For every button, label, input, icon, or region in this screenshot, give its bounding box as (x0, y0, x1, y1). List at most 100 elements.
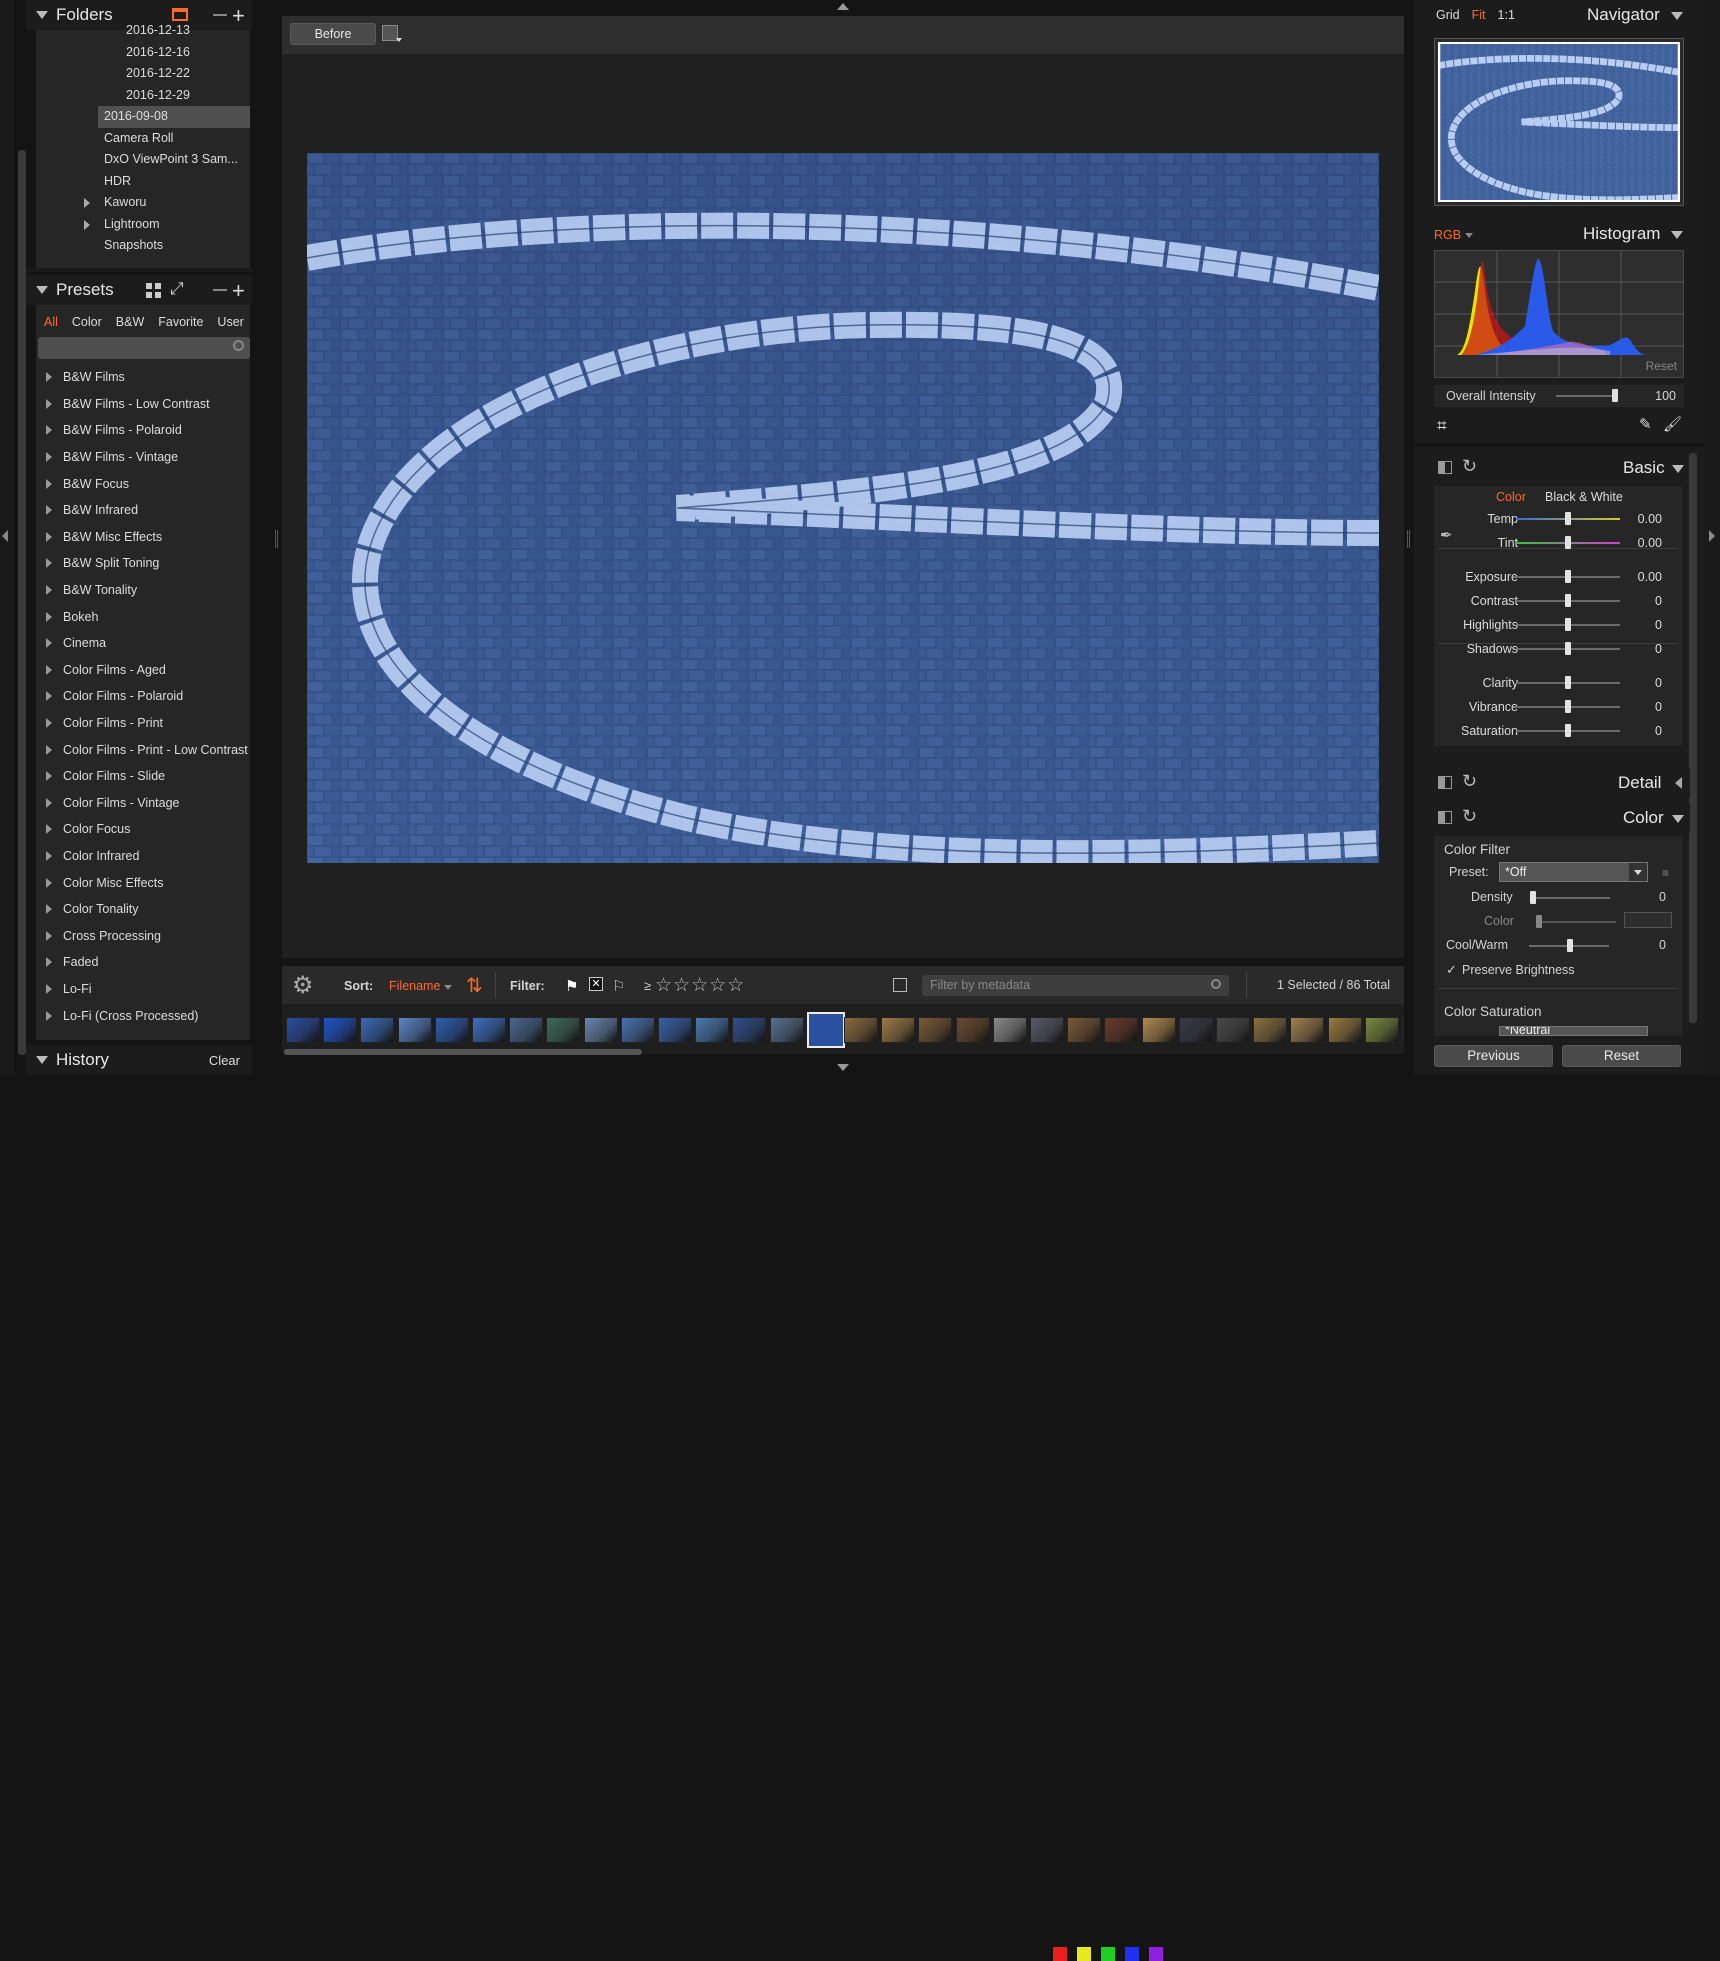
expand-arrow-icon[interactable] (46, 664, 52, 675)
filmstrip-thumbnail[interactable] (1216, 1017, 1250, 1043)
collapse-presets-icon[interactable] (36, 286, 48, 294)
before-after-toggle-icon[interactable] (1438, 811, 1452, 824)
color-label-filter[interactable] (1101, 1947, 1115, 1961)
expand-arrow-icon[interactable] (84, 198, 90, 208)
expand-arrow-icon[interactable] (46, 983, 52, 994)
collapse-right-icon[interactable] (1709, 530, 1715, 542)
preset-item[interactable]: Cross Processing (36, 922, 250, 949)
history-header[interactable]: History Clear (26, 1045, 252, 1075)
color-label-filter[interactable] (1077, 1947, 1091, 1961)
collapse-histogram-icon[interactable] (1671, 231, 1683, 239)
preset-item[interactable]: Color Films - Slide (36, 763, 250, 790)
expand-arrow-icon[interactable] (46, 771, 52, 782)
basic-slider[interactable] (1565, 570, 1571, 583)
filmstrip-thumbnail[interactable] (658, 1017, 692, 1043)
filmstrip-thumbnail[interactable] (1104, 1017, 1139, 1043)
minus-icon[interactable] (213, 14, 227, 16)
color-saturation-preset-select[interactable]: *Neutral (1499, 1026, 1648, 1036)
folder-item[interactable]: Camera Roll (36, 128, 250, 150)
right-resize-handle[interactable] (1407, 530, 1410, 548)
presets-scrollbar[interactable] (18, 265, 26, 1055)
preset-item[interactable]: B&W Misc Effects (36, 524, 250, 551)
unflagged-icon[interactable]: ⚐ (612, 977, 625, 995)
preset-item[interactable]: Color Infrared (36, 843, 250, 870)
reset-button[interactable]: Reset (1562, 1045, 1681, 1067)
panel-divider[interactable] (1414, 443, 1704, 447)
filter-color-track[interactable] (1536, 921, 1616, 923)
reset-icon[interactable]: ↻ (1462, 771, 1477, 792)
expand-arrow-icon[interactable] (46, 558, 52, 569)
tab-black-white[interactable]: Black & White (1545, 490, 1623, 504)
filmstrip-thumbnail[interactable] (806, 1012, 845, 1048)
folder-item[interactable]: DxO ViewPoint 3 Sam... (36, 149, 250, 171)
preset-item[interactable]: Lo-Fi (Cross Processed) (36, 1002, 250, 1029)
expand-arrow-icon[interactable] (46, 797, 52, 808)
preset-item[interactable]: B&W Focus (36, 470, 250, 497)
nav-mode-button[interactable]: 1:1 (1498, 8, 1515, 22)
basic-header[interactable]: ↻ Basic (1424, 453, 1690, 483)
preset-tab[interactable]: Favorite (158, 315, 203, 329)
expand-arrow-icon[interactable] (46, 824, 52, 835)
folder-item[interactable]: Kaworu (36, 192, 250, 214)
preset-item[interactable]: Faded (36, 949, 250, 976)
basic-slider[interactable] (1565, 724, 1571, 737)
color-filter-preset-select[interactable]: *Off (1499, 862, 1648, 882)
filmstrip-thumbnail[interactable] (1030, 1017, 1064, 1043)
preset-tab[interactable]: All (44, 315, 58, 329)
folder-item[interactable]: Snapshots (36, 235, 250, 257)
left-resize-handle[interactable] (275, 530, 278, 548)
filmstrip-thumbnail[interactable] (695, 1017, 730, 1043)
preset-item[interactable]: Bokeh (36, 603, 250, 630)
expand-arrow-icon[interactable] (46, 1010, 52, 1021)
before-button[interactable]: Before (290, 23, 376, 45)
rating-stars[interactable]: ☆☆☆☆☆ (655, 974, 745, 997)
expand-arrow-icon[interactable] (46, 930, 52, 941)
before-after-toggle-icon[interactable] (1438, 461, 1452, 474)
filmstrip-thumbnail[interactable] (918, 1017, 953, 1043)
expand-arrow-icon[interactable] (46, 505, 52, 516)
grid-view-icon[interactable] (146, 283, 161, 298)
preset-tab[interactable]: User (217, 315, 243, 329)
pencil-icon[interactable]: ✎ (1639, 415, 1652, 433)
filmstrip-thumbnail[interactable] (323, 1017, 358, 1043)
color-label-filter[interactable] (1149, 1947, 1163, 1961)
sort-dropdown[interactable]: Filename (389, 979, 440, 993)
navigator-preview[interactable] (1434, 38, 1684, 206)
collapse-left-icon[interactable] (2, 530, 8, 542)
expand-arrow-icon[interactable] (46, 744, 52, 755)
expand-arrow-icon[interactable] (46, 611, 52, 622)
preset-item[interactable]: B&W Films (36, 364, 250, 391)
basic-slider[interactable] (1565, 700, 1571, 713)
collapse-navigator-icon[interactable] (1671, 12, 1683, 20)
expand-icon[interactable]: ⤢ (170, 279, 184, 299)
expand-arrow-icon[interactable] (84, 219, 90, 230)
expand-arrow-icon[interactable] (46, 372, 52, 383)
folder-item[interactable]: 2016-09-08 (98, 106, 250, 128)
rating-operator[interactable]: ≥ (644, 978, 651, 993)
filmstrip-thumbnail[interactable] (881, 1017, 916, 1043)
folder-item[interactable]: Lightroom (36, 214, 250, 236)
crop-icon[interactable]: ⌗ (1437, 416, 1447, 436)
filmstrip-thumbnail[interactable] (583, 1017, 618, 1043)
before-after-toggle-icon[interactable] (1438, 776, 1452, 789)
flag-icon[interactable]: ⚑ (565, 977, 578, 995)
preset-item[interactable]: B&W Split Toning (36, 550, 250, 577)
expand-arrow-icon[interactable] (46, 638, 52, 649)
filmstrip-scrollbar[interactable] (284, 1049, 642, 1055)
filmstrip-thumbnail[interactable] (992, 1017, 1027, 1043)
histogram-channel-dropdown[interactable]: RGB (1434, 228, 1461, 242)
nav-mode-button[interactable]: Fit (1472, 8, 1486, 22)
expand-arrow-icon[interactable] (46, 425, 52, 436)
preset-item[interactable]: Cinema (36, 630, 250, 657)
filter-color-swatch[interactable] (1624, 912, 1672, 928)
chevron-down-icon[interactable] (1465, 233, 1473, 238)
basic-slider[interactable] (1565, 676, 1571, 689)
collapse-bottom-icon[interactable] (837, 1064, 849, 1071)
expand-arrow-icon[interactable] (46, 478, 52, 489)
filter-color-slider[interactable] (1536, 915, 1542, 928)
tab-color[interactable]: Color (1496, 490, 1526, 504)
presets-header[interactable]: Presets ⤢ + (26, 275, 252, 305)
overall-intensity-slider[interactable] (1612, 389, 1618, 402)
basic-slider[interactable] (1565, 594, 1571, 607)
overall-intensity-track[interactable] (1556, 395, 1618, 397)
